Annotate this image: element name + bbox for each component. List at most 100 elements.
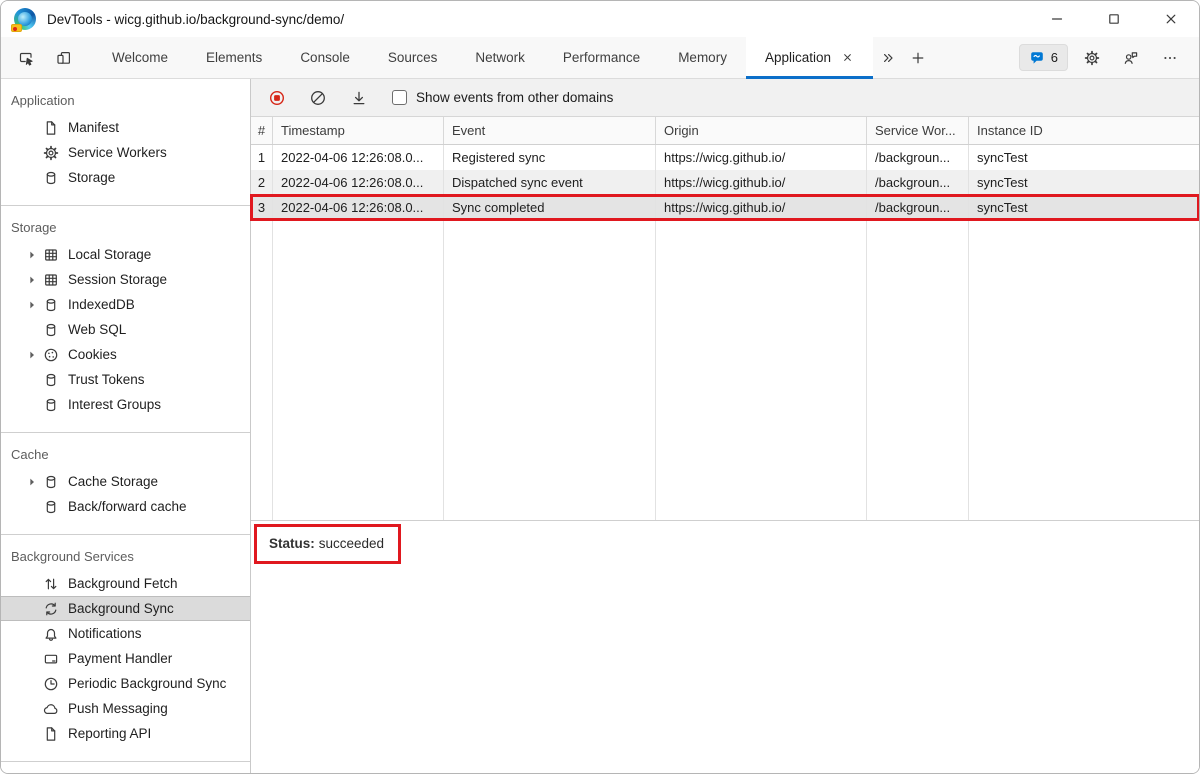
- close-icon: [1163, 11, 1179, 27]
- sidebar-item-label: Session Storage: [68, 272, 167, 287]
- column-header-origin[interactable]: Origin: [656, 117, 867, 144]
- document-icon: [43, 726, 59, 742]
- more-options-button[interactable]: [1155, 43, 1185, 73]
- close-button[interactable]: [1142, 1, 1199, 37]
- status-box: Status:succeeded: [254, 524, 401, 564]
- arrow-spacer: [25, 145, 43, 161]
- tab-label: Memory: [678, 50, 727, 65]
- tab-performance[interactable]: Performance: [544, 37, 659, 79]
- sidebar-item-cookies[interactable]: Cookies: [1, 342, 250, 367]
- section-title: Application: [1, 79, 250, 115]
- sidebar-item-label: Manifest: [68, 120, 119, 135]
- column-header-[interactable]: #: [251, 117, 273, 144]
- record-button[interactable]: [264, 85, 290, 111]
- sidebar-item-trust-tokens[interactable]: Trust Tokens: [1, 367, 250, 392]
- event-row-2[interactable]: 22022-04-06 12:26:08.0...Dispatched sync…: [251, 170, 1199, 195]
- more-options-icon: [1162, 50, 1178, 66]
- plus-icon: [910, 50, 926, 66]
- empty-grid-column: [656, 220, 867, 520]
- tab-tools: [11, 43, 79, 73]
- document-icon: [43, 120, 59, 136]
- show-events-checkbox[interactable]: [392, 90, 407, 105]
- column-header-timestamp[interactable]: Timestamp: [273, 117, 444, 144]
- save-events-button[interactable]: [346, 85, 372, 111]
- sidebar-item-background-sync[interactable]: Background Sync: [1, 596, 250, 621]
- tab-label: Sources: [388, 50, 438, 65]
- cell-service-wor: /backgroun...: [867, 195, 969, 220]
- expand-arrow-icon[interactable]: [25, 347, 43, 363]
- bell-icon: [43, 626, 59, 642]
- sidebar-item-service-workers[interactable]: Service Workers: [1, 140, 250, 165]
- sidebar-item-local-storage[interactable]: Local Storage: [1, 242, 250, 267]
- column-header-instance-id[interactable]: Instance ID: [969, 117, 1199, 144]
- status-value: succeeded: [319, 536, 384, 551]
- show-events-checkbox-label: Show events from other domains: [416, 90, 613, 105]
- minimize-button[interactable]: [1028, 1, 1085, 37]
- expand-arrow-icon[interactable]: [25, 474, 43, 490]
- arrow-spacer: [25, 120, 43, 136]
- expand-arrow-icon[interactable]: [25, 272, 43, 288]
- sidebar-item-label: Cache Storage: [68, 474, 158, 489]
- maximize-button[interactable]: [1085, 1, 1142, 37]
- tab-close-icon[interactable]: [841, 51, 854, 64]
- tab-memory[interactable]: Memory: [659, 37, 746, 79]
- sidebar-item-background-fetch[interactable]: Background Fetch: [1, 571, 250, 596]
- arrow-spacer: [25, 499, 43, 515]
- add-tab-button[interactable]: [903, 43, 933, 73]
- database-icon: [43, 474, 59, 490]
- sidebar-item-label: Background Fetch: [68, 576, 178, 591]
- sidebar-item-push-messaging[interactable]: Push Messaging: [1, 696, 250, 721]
- sidebar-item-back-forward-cache[interactable]: Back/forward cache: [1, 494, 250, 519]
- arrow-spacer: [25, 397, 43, 413]
- event-row-1[interactable]: 12022-04-06 12:26:08.0...Registered sync…: [251, 145, 1199, 170]
- cell-service-wor: /backgroun...: [867, 170, 969, 195]
- tab-label: Network: [475, 50, 525, 65]
- application-sidebar: Application Manifest Service WorkersStorag…: [1, 79, 251, 773]
- sidebar-item-storage[interactable]: Storage: [1, 165, 250, 190]
- arrow-spacer: [25, 601, 43, 617]
- event-row-3[interactable]: 32022-04-06 12:26:08.0...Sync completedh…: [251, 195, 1199, 220]
- empty-grid-column: [251, 220, 273, 520]
- cell-service-wor: /backgroun...: [867, 145, 969, 170]
- events-table-body: 12022-04-06 12:26:08.0...Registered sync…: [251, 145, 1199, 220]
- sidebar-item-interest-groups[interactable]: Interest Groups: [1, 392, 250, 417]
- sidebar-item-label: Reporting API: [68, 726, 151, 741]
- inspect-element-icon: [18, 50, 34, 66]
- sidebar-item-label: Cookies: [68, 347, 117, 362]
- more-tabs-button[interactable]: [873, 43, 903, 73]
- sidebar-item-label: Periodic Background Sync: [68, 676, 226, 691]
- events-toolbar: Show events from other domains: [251, 79, 1199, 117]
- feedback-button[interactable]: [1116, 43, 1146, 73]
- sidebar-item-manifest[interactable]: Manifest: [1, 115, 250, 140]
- sidebar-item-reporting-api[interactable]: Reporting API: [1, 721, 250, 746]
- sidebar-item-payment-handler[interactable]: Payment Handler: [1, 646, 250, 671]
- tab-application[interactable]: Application: [746, 37, 873, 79]
- column-header-service-wor[interactable]: Service Wor...: [867, 117, 969, 144]
- sidebar-item-cache-storage[interactable]: Cache Storage: [1, 469, 250, 494]
- empty-grid-column: [444, 220, 656, 520]
- sidebar-item-web-sql[interactable]: Web SQL: [1, 317, 250, 342]
- sidebar-item-notifications[interactable]: Notifications: [1, 621, 250, 646]
- tab-welcome[interactable]: Welcome: [93, 37, 187, 79]
- cell-instance-id: syncTest: [969, 145, 1199, 170]
- tab-network[interactable]: Network: [456, 37, 544, 79]
- sidebar-item-periodic-background-sync[interactable]: Periodic Background Sync: [1, 671, 250, 696]
- inspect-element-button[interactable]: [11, 43, 41, 73]
- panel-tabs: WelcomeElementsConsole Sources Network Perf…: [93, 37, 873, 79]
- empty-grid-column: [273, 220, 444, 520]
- clear-events-button[interactable]: [305, 85, 331, 111]
- sidebar-item-indexeddb[interactable]: IndexedDB: [1, 292, 250, 317]
- expand-arrow-icon[interactable]: [25, 247, 43, 263]
- devtools-tabbar: WelcomeElementsConsole Sources Network Perf…: [1, 37, 1199, 79]
- tab-sources[interactable]: Sources: [369, 37, 457, 79]
- settings-button[interactable]: [1077, 43, 1107, 73]
- maximize-icon: [1106, 11, 1122, 27]
- issues-badge[interactable]: 6: [1019, 44, 1068, 71]
- sidebar-item-session-storage[interactable]: Session Storage: [1, 267, 250, 292]
- tab-console[interactable]: Console: [281, 37, 369, 79]
- device-emulation-button[interactable]: [49, 43, 79, 73]
- tab-elements[interactable]: Elements: [187, 37, 281, 79]
- column-header-event[interactable]: Event: [444, 117, 656, 144]
- expand-arrow-icon[interactable]: [25, 297, 43, 313]
- sidebar-item-label: Local Storage: [68, 247, 151, 262]
